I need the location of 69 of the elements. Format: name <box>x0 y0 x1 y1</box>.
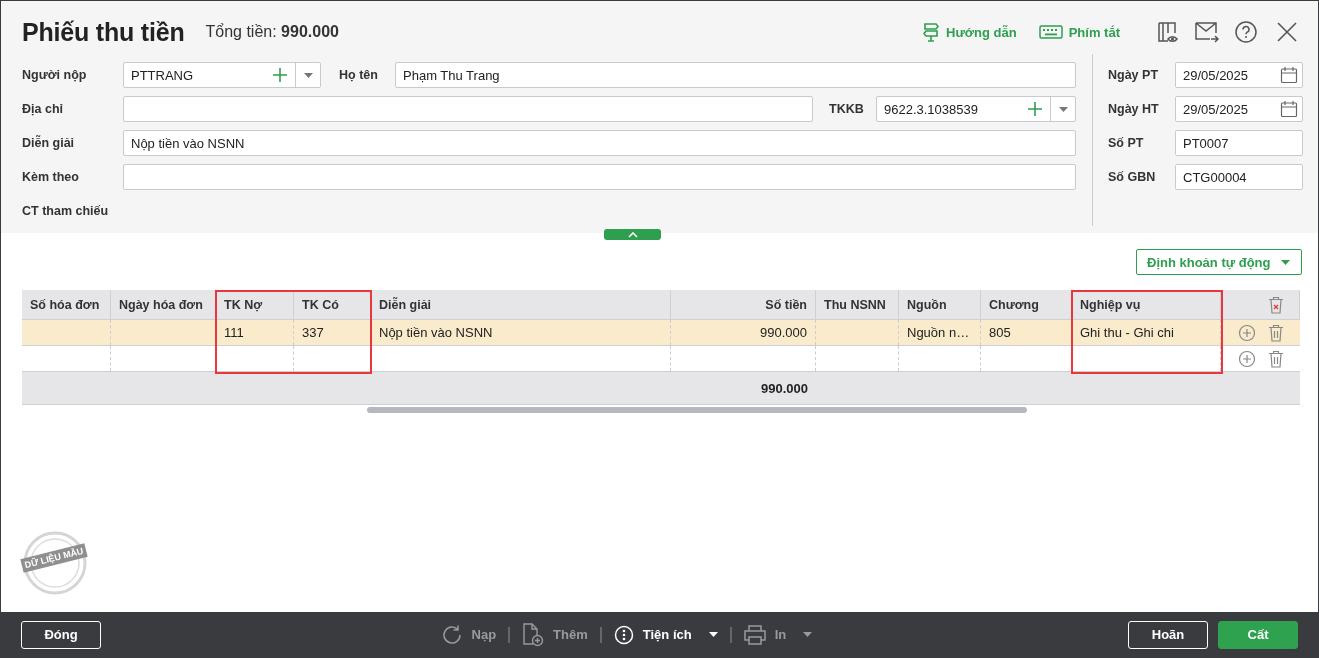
add-icon[interactable] <box>273 68 287 82</box>
caret-icon <box>1058 106 1068 112</box>
delete-icon[interactable] <box>1267 323 1284 342</box>
table-cell: Ghi thu - Ghi chi <box>1072 320 1221 345</box>
table-cell: 990.000 <box>671 320 816 345</box>
table-cell: 111 <box>216 320 294 345</box>
add-file-icon <box>522 622 545 647</box>
field-label: Kèm theo <box>22 170 80 184</box>
field-label: Người nộp <box>22 68 88 82</box>
field-label: Ngày PT <box>1108 68 1159 82</box>
column-header: TK Nợ <box>216 290 294 319</box>
footer-button[interactable]: Đóng <box>21 620 101 649</box>
calendar-icon[interactable] <box>1280 66 1298 84</box>
date-field[interactable]: 29/05/2025 <box>1175 96 1303 122</box>
column-header: Diễn giải <box>371 290 671 319</box>
help-icon[interactable] <box>1234 20 1258 44</box>
close-icon[interactable] <box>1276 21 1298 43</box>
input-field[interactable] <box>123 96 813 122</box>
column-header: Số tiền <box>671 290 816 319</box>
table-cell: 805 <box>981 320 1072 345</box>
date-field[interactable]: 29/05/2025 <box>1175 62 1303 88</box>
input-field[interactable] <box>123 164 1076 190</box>
input-field[interactable]: CTG00004 <box>1175 164 1303 190</box>
column-header: Số hóa đơn <box>22 290 111 319</box>
column-header: Chương <box>981 290 1072 319</box>
combo-field[interactable]: PTTRANG <box>123 62 321 88</box>
delete-icon[interactable] <box>1267 349 1284 368</box>
mail-forward-icon[interactable] <box>1194 20 1220 44</box>
field-label: Địa chỉ <box>22 102 64 116</box>
input-field[interactable]: Nộp tiền vào NSNN <box>123 130 1076 156</box>
field-label: Số GBN <box>1108 170 1157 184</box>
column-header: Nghiệp vụ <box>1072 290 1221 319</box>
table-cell: Nộp tiền vào NSNN <box>371 320 671 345</box>
printer-icon <box>743 624 766 645</box>
keyboard-icon <box>1038 25 1063 39</box>
toolbar-button[interactable]: Tiện ích <box>613 620 718 649</box>
calendar-icon[interactable] <box>1280 100 1298 118</box>
field-label: Số PT <box>1108 136 1145 150</box>
book-eye-icon[interactable] <box>1156 20 1180 44</box>
total-amount: Tổng tiền: 990.000 <box>205 23 339 41</box>
delete-all-icon[interactable] <box>1268 295 1284 314</box>
input-field[interactable]: PT0007 <box>1175 130 1303 156</box>
total-cell-text: 990.000 <box>760 379 809 398</box>
add-row-icon[interactable] <box>1237 349 1256 368</box>
add-icon[interactable] <box>1028 102 1042 116</box>
add-row-icon[interactable] <box>1237 323 1256 342</box>
field-label: CT tham chiếu <box>22 204 110 218</box>
caret-icon <box>1280 259 1290 265</box>
collapse-handle[interactable] <box>604 229 661 240</box>
column-header: Nguồn <box>899 290 981 319</box>
table-cell: Nguồn n… <box>899 320 981 345</box>
column-header: Thu NSNN <box>816 290 899 319</box>
caret-icon <box>303 72 313 78</box>
table-row[interactable]: 111 337 Nộp tiền vào NSNN 990.000 Nguồn n… 805 Ghi thu - Ghi chi <box>22 320 1300 346</box>
more-icon <box>613 624 634 645</box>
field-label: TKKB <box>829 102 865 116</box>
field-label: Ngày HT <box>1108 102 1160 116</box>
column-header: TK Có <box>294 290 371 319</box>
field-label: Họ tên <box>339 68 379 82</box>
field-label: Diễn giải <box>22 136 76 150</box>
input-field[interactable]: Phạm Thu Trang <box>395 62 1076 88</box>
stamp-label: DỮ LIỆU MẪU <box>20 543 88 573</box>
window-title: Phiếu thu tiền <box>22 17 185 47</box>
table-cell: 337 <box>294 320 371 345</box>
refresh-icon <box>440 623 463 646</box>
footer-button[interactable]: Hoãn <box>1128 620 1208 649</box>
signpost-icon <box>922 22 941 42</box>
column-header: Ngày hóa đơn <box>111 290 216 319</box>
combo-field[interactable]: 9622.3.1038539 <box>876 96 1076 122</box>
